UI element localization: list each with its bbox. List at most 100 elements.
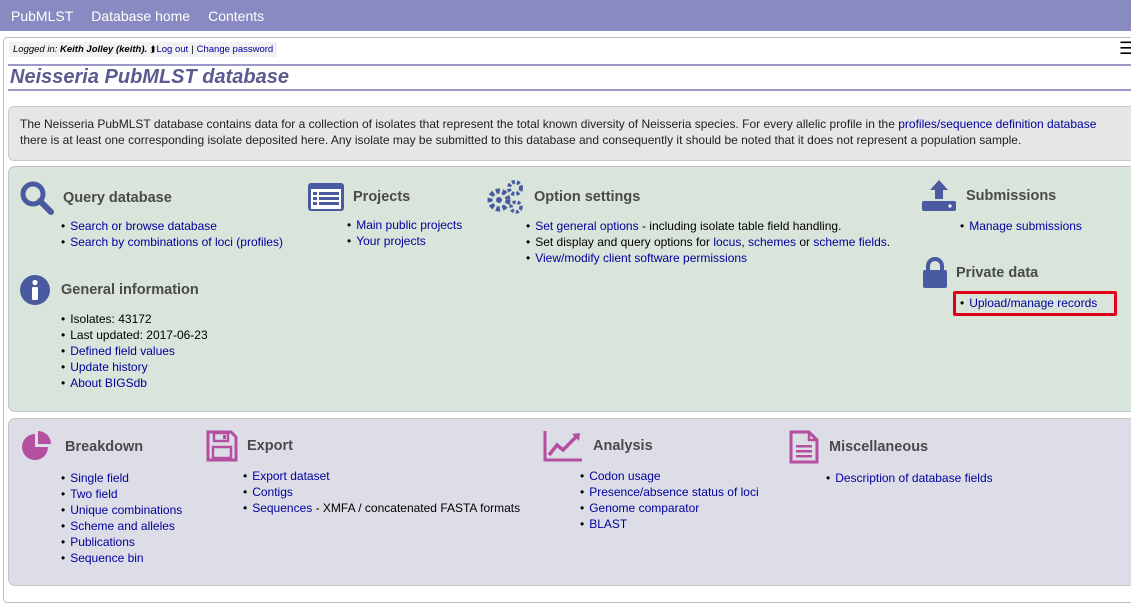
blast-link[interactable]: BLAST	[589, 517, 627, 531]
update-history-link[interactable]: Update history	[70, 360, 147, 374]
last-updated: Last updated: 2017-06-23	[61, 327, 207, 343]
about-bigsdb-link[interactable]: About BIGSdb	[70, 376, 147, 390]
breakdown-title: Breakdown	[65, 439, 144, 455]
main-public-projects-link[interactable]: Main public projects	[356, 218, 462, 232]
page-title-bar: Neisseria PubMLST database	[8, 64, 1131, 91]
presence-absence-link[interactable]: Presence/absence status of loci	[589, 485, 758, 499]
locus-options-link[interactable]: locus	[713, 235, 741, 249]
top-nav: PubMLST Database home Contents	[0, 0, 1131, 31]
login-user: Keith Jolley (keith).	[60, 44, 148, 55]
export-dataset-link[interactable]: Export dataset	[252, 469, 329, 483]
change-password-link[interactable]: Change password	[197, 44, 274, 55]
options-period: .	[886, 235, 891, 249]
manage-submissions-link[interactable]: Manage submissions	[969, 219, 1082, 233]
isolates-count: Isolates: 43172	[61, 311, 208, 327]
login-prefix: Logged in:	[13, 44, 58, 55]
query-database-title: Query database	[63, 190, 172, 206]
export-section: Export Export dataset Contigs Sequences …	[206, 430, 520, 516]
search-icon	[19, 180, 55, 216]
list-item: Presence/absence status of loci	[580, 484, 758, 500]
list-item: Sequence bin	[61, 550, 182, 566]
breakdown-section: Breakdown Single field Two field Unique …	[19, 430, 182, 566]
intro-box: The Neisseria PubMLST database contains …	[8, 106, 1131, 161]
pie-chart-icon	[19, 430, 55, 464]
nav-pubmlst-link[interactable]: PubMLST	[11, 8, 73, 24]
page-title: Neisseria PubMLST database	[10, 66, 289, 88]
defined-field-values-link[interactable]: Defined field values	[70, 344, 175, 358]
list-item: Set general options - including isolate …	[526, 218, 890, 234]
upload-icon	[921, 179, 957, 213]
document-icon	[789, 430, 819, 464]
login-status-bar: Logged in: Keith Jolley (keith). ⮭ Log ou…	[9, 42, 278, 57]
analysis-section: Analysis Codon usage Presence/absence st…	[543, 430, 759, 532]
list-item: Two field	[61, 486, 182, 502]
private-data-title: Private data	[956, 265, 1039, 281]
options-separator: ,	[741, 235, 748, 249]
highlight-annotation	[953, 291, 1117, 316]
logout-icon[interactable]: ⮭	[150, 44, 155, 55]
list-item: View/modify client software permissions	[526, 250, 890, 266]
set-general-options-link[interactable]: Set general options	[535, 219, 638, 233]
list-icon	[307, 182, 345, 212]
miscellaneous-section: Miscellaneous Description of database fi…	[789, 430, 993, 486]
sequence-bin-link[interactable]: Sequence bin	[70, 551, 143, 565]
schemes-options-link[interactable]: schemes	[748, 235, 796, 249]
list-item: BLAST	[580, 516, 759, 532]
contigs-link[interactable]: Contigs	[252, 485, 293, 499]
two-field-link[interactable]: Two field	[70, 487, 117, 501]
list-item: Search or browse database	[61, 218, 283, 234]
export-title: Export	[247, 438, 293, 454]
general-information-title: General information	[61, 282, 199, 298]
hamburger-menu-icon[interactable]: ☰	[1119, 40, 1131, 57]
login-separator: |	[191, 44, 194, 55]
nav-contents-link[interactable]: Contents	[208, 8, 264, 24]
single-field-link[interactable]: Single field	[70, 471, 129, 485]
your-projects-link[interactable]: Your projects	[356, 234, 426, 248]
profiles-database-link[interactable]: profiles/sequence definition database	[898, 117, 1096, 131]
submissions-section: Submissions Manage submissions	[921, 179, 1082, 234]
lock-icon	[921, 257, 949, 289]
list-item: Manage submissions	[960, 218, 1082, 234]
list-item: Set display and query options for locus,…	[526, 234, 890, 250]
genome-comparator-link[interactable]: Genome comparator	[589, 501, 699, 515]
projects-title: Projects	[353, 189, 411, 205]
list-item: Description of database fields	[826, 470, 992, 486]
intro-text-2: there is at least one corresponding isol…	[20, 133, 1022, 147]
list-item: About BIGSdb	[61, 375, 208, 391]
publications-link[interactable]: Publications	[70, 535, 135, 549]
display-options-text: Set display and query options for	[535, 235, 714, 249]
intro-text: The Neisseria PubMLST database contains …	[20, 117, 899, 131]
submissions-title: Submissions	[966, 188, 1057, 204]
list-item: Sequences - XMFA / concatenated FASTA fo…	[243, 500, 520, 516]
miscellaneous-title: Miscellaneous	[829, 439, 929, 455]
info-icon	[19, 274, 51, 306]
list-item: Contigs	[243, 484, 520, 500]
list-item: Codon usage	[580, 468, 759, 484]
unique-combinations-link[interactable]: Unique combinations	[70, 503, 182, 517]
list-item: Defined field values	[61, 343, 208, 359]
search-browse-link[interactable]: Search or browse database	[70, 219, 217, 233]
nav-database-home-link[interactable]: Database home	[91, 8, 190, 24]
logout-link[interactable]: Log out	[156, 44, 188, 55]
gears-icon	[486, 178, 526, 216]
option-settings-title: Option settings	[534, 189, 641, 205]
general-information-section: General information Isolates: 43172 Last…	[19, 274, 208, 391]
scheme-fields-options-link[interactable]: scheme fields	[813, 235, 886, 249]
codon-usage-link[interactable]: Codon usage	[589, 469, 660, 483]
option-settings-section: Option settings Set general options - in…	[486, 178, 890, 266]
general-options-desc: - including isolate table field handling…	[638, 219, 842, 233]
description-fields-link[interactable]: Description of database fields	[835, 471, 992, 485]
client-permissions-link[interactable]: View/modify client software permissions	[535, 251, 747, 265]
list-item: Your projects	[347, 233, 462, 249]
scheme-and-alleles-link[interactable]: Scheme and alleles	[70, 519, 175, 533]
list-item: Export dataset	[243, 468, 520, 484]
list-item: Publications	[61, 534, 182, 550]
save-disk-icon	[206, 430, 238, 462]
sequences-link[interactable]: Sequences	[252, 501, 312, 515]
analysis-title: Analysis	[593, 438, 653, 454]
options-or-text: or	[796, 235, 814, 249]
list-item: Genome comparator	[580, 500, 759, 516]
search-profiles-link[interactable]: Search by combinations of loci (profiles…	[70, 235, 283, 249]
query-database-section: Query database Search or browse database…	[19, 180, 283, 250]
line-chart-icon	[543, 430, 583, 462]
